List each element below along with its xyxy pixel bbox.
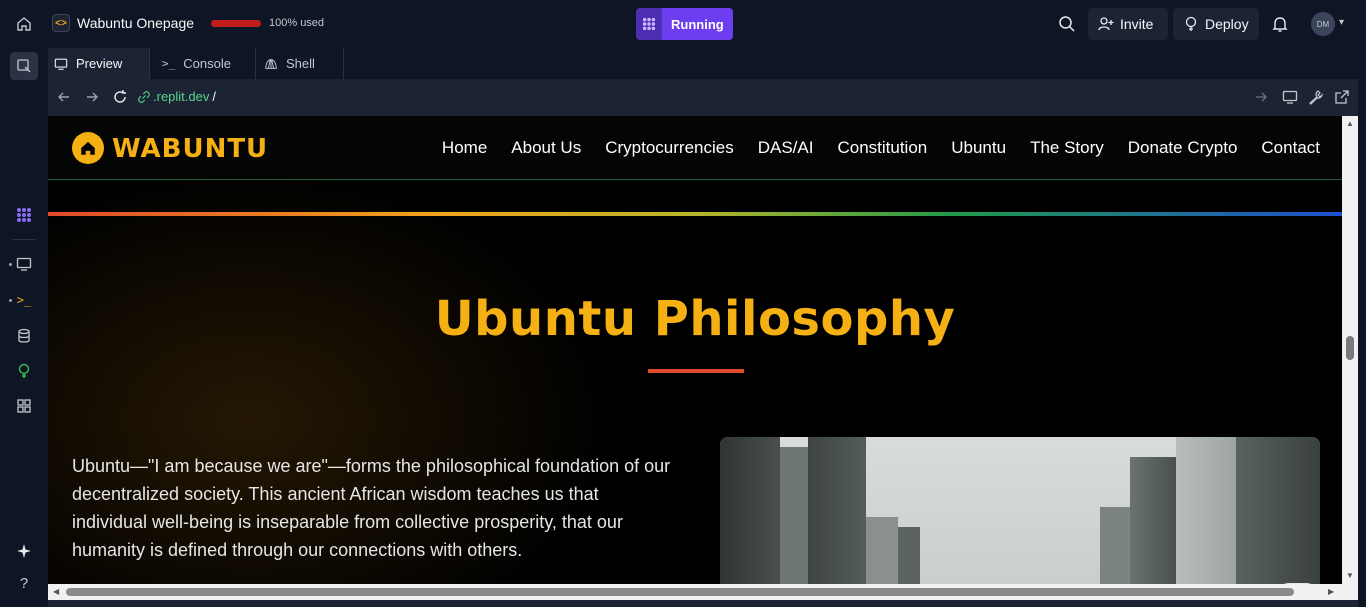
site-navbar: WABUNTU Home About Us Cryptocurrencies D… [48,116,1342,180]
deployments-icon[interactable] [12,359,36,383]
tab-console[interactable]: >_ Console [150,48,256,79]
external-link-icon[interactable] [1334,89,1350,105]
tab-label: Preview [76,56,123,71]
rainbow-divider [48,212,1342,216]
agent-icon[interactable] [636,8,662,40]
nav-link-constitution[interactable]: Constitution [837,138,927,158]
help-icon[interactable]: ? [12,571,36,595]
vertical-scroll-thumb[interactable] [1346,336,1354,360]
search-icon[interactable] [1057,14,1077,34]
monitor-icon [54,58,68,70]
repl-name[interactable]: Wabuntu Onepage [77,15,194,31]
title-underline [648,369,744,373]
url-bar: .replit.dev / [48,79,1358,116]
usage-fill [211,20,261,27]
bell-icon[interactable] [1270,14,1290,34]
reload-icon[interactable] [112,89,128,105]
rail-divider [12,239,36,240]
tab-label: Console [183,56,231,71]
replit-agent-icon[interactable] [12,203,36,227]
repl-icon[interactable]: <> [52,14,70,32]
horizontal-scrollbar[interactable]: ◀ ▶ [48,584,1358,600]
nav-link-das-ai[interactable]: DAS/AI [758,138,814,158]
section-title: Ubuntu Philosophy [434,291,956,347]
user-plus-icon [1098,17,1114,31]
nav-link-about[interactable]: About Us [511,138,581,158]
url-path: / [212,89,216,104]
back-icon[interactable] [56,89,72,105]
sparkle-icon[interactable] [12,539,36,563]
terminal-icon: >_ [162,57,176,70]
nav-link-ubuntu[interactable]: Ubuntu [951,138,1006,158]
invite-button[interactable]: Invite [1088,8,1168,40]
usage-bar [211,20,261,27]
horizontal-scroll-thumb[interactable] [66,588,1294,596]
logo-home-icon[interactable] [72,132,104,164]
usage-text: 100% used [269,17,325,29]
running-button[interactable]: Running [662,8,733,40]
new-tab-icon[interactable] [10,52,38,80]
site-logo[interactable]: WABUNTU [112,134,268,164]
preview-icon[interactable] [12,252,36,276]
home-icon[interactable] [12,12,36,36]
avatar[interactable]: DM [1311,12,1335,36]
vertical-scrollbar[interactable]: ▲ ▼ [1342,116,1358,584]
url-field[interactable]: .replit.dev / [138,89,216,104]
deploy-button[interactable]: Deploy [1173,8,1259,40]
tab-shell[interactable]: Shell [256,48,344,79]
link-icon [138,90,150,103]
philosophy-paragraph: Ubuntu—"I am because we are"—forms the p… [72,456,671,560]
webview: WABUNTU Home About Us Cryptocurrencies D… [48,116,1342,584]
forward-icon[interactable] [84,89,100,105]
pane-tabs: Preview >_ Console Shell [48,48,1358,79]
deploy-label: Deploy [1205,16,1249,32]
nav-link-contact[interactable]: Contact [1261,138,1320,158]
url-host: .replit.dev [153,89,210,104]
tab-label: Shell [286,56,315,71]
go-icon[interactable] [1253,89,1269,105]
philosophy-photo [720,437,1320,584]
left-rail: >_ ? [0,0,48,607]
all-tools-icon[interactable] [12,394,36,418]
database-icon[interactable] [12,324,36,348]
nav-link-cryptocurrencies[interactable]: Cryptocurrencies [605,138,734,158]
nav-link-donate[interactable]: Donate Crypto [1128,138,1238,158]
console-icon[interactable]: >_ [12,288,36,312]
tab-preview[interactable]: Preview [48,48,150,79]
invite-label: Invite [1120,16,1154,32]
site-nav-links: Home About Us Cryptocurrencies DAS/AI Co… [442,138,1320,158]
deploy-icon [1185,16,1197,31]
run-control[interactable]: Running [636,8,733,40]
nav-link-home[interactable]: Home [442,138,487,158]
wrench-icon[interactable] [1308,89,1324,105]
preview-pane: Preview >_ Console Shell .replit.dev / W… [48,48,1358,607]
nav-link-story[interactable]: The Story [1030,138,1104,158]
top-bar: <> Wabuntu Onepage 100% used Running Inv… [48,0,1366,48]
shell-icon [265,58,277,69]
chevron-down-icon[interactable]: ▾ [1339,17,1344,28]
devices-icon[interactable] [1282,89,1298,105]
